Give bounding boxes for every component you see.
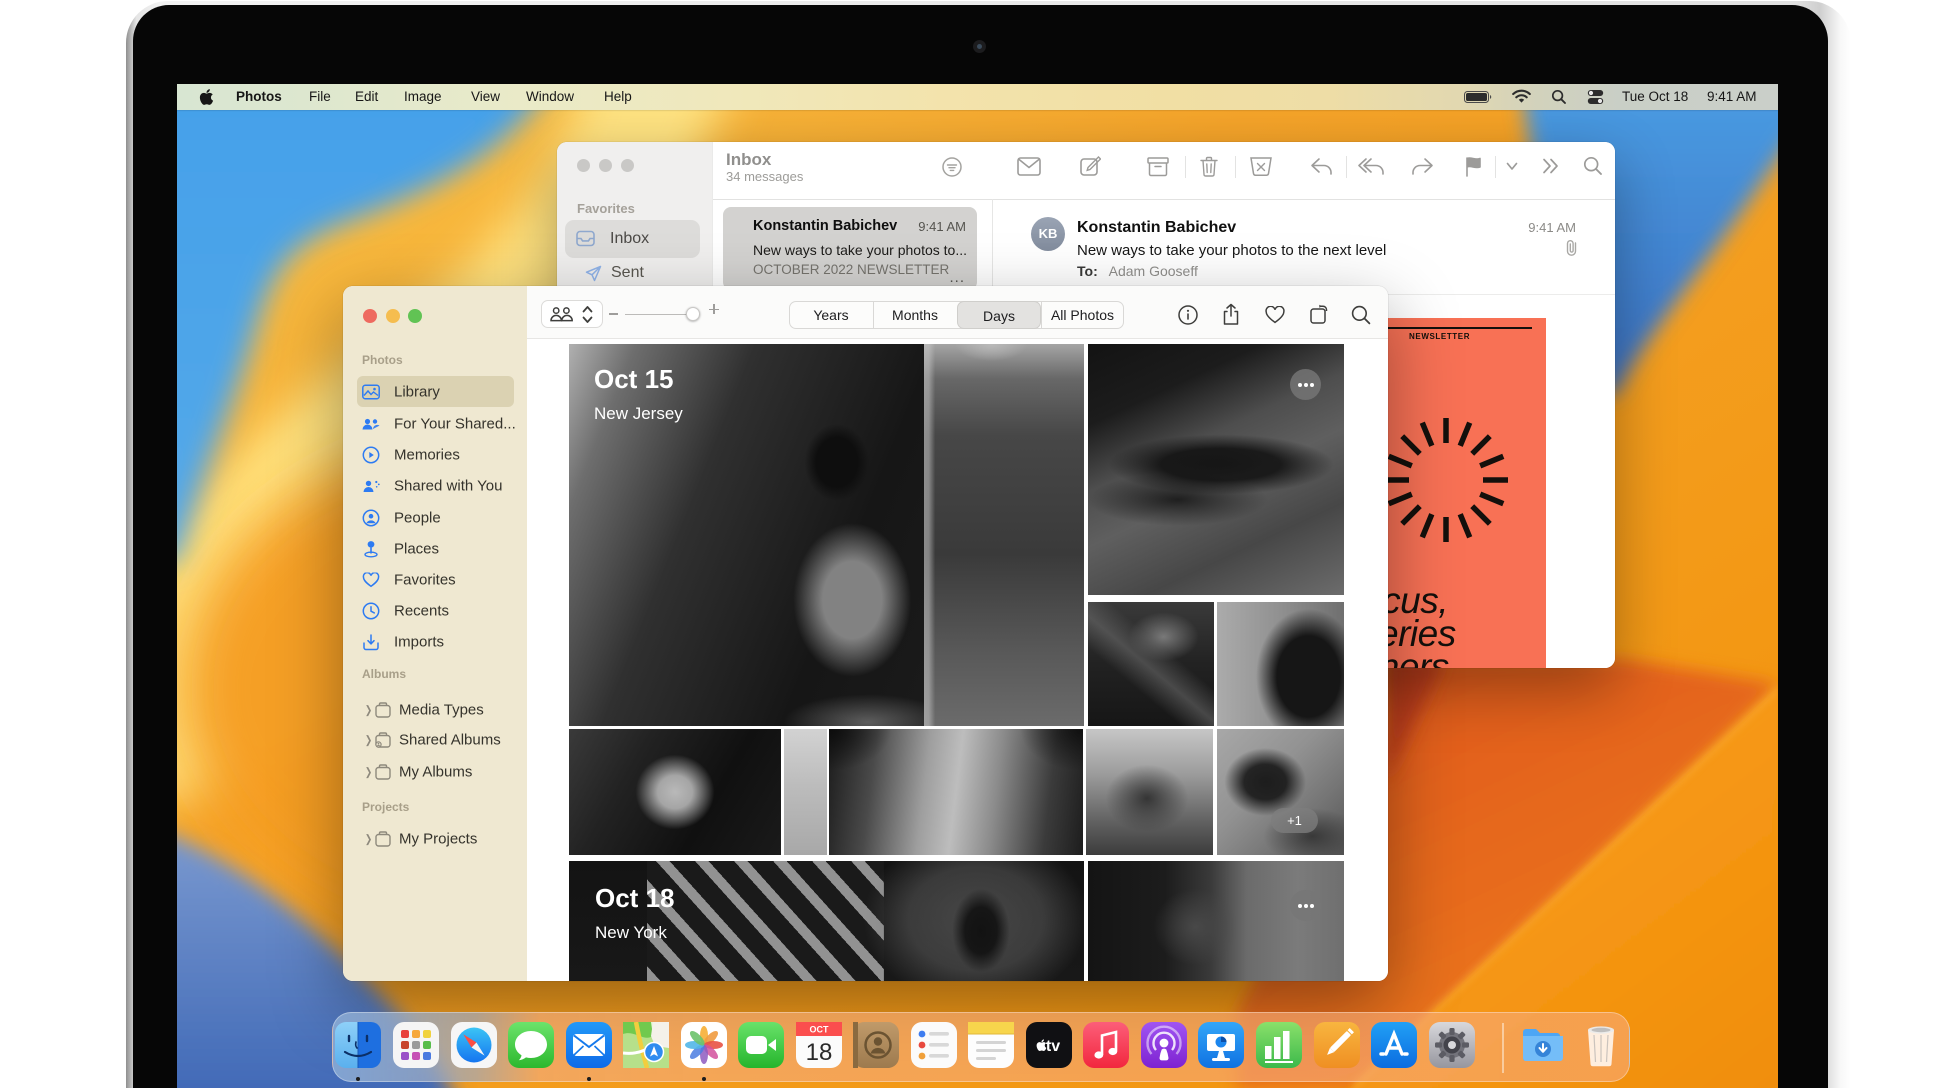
svg-text:18: 18 — [806, 1039, 833, 1066]
svg-text:OCT: OCT — [810, 1025, 830, 1035]
svg-text:tv: tv — [1046, 1038, 1060, 1055]
